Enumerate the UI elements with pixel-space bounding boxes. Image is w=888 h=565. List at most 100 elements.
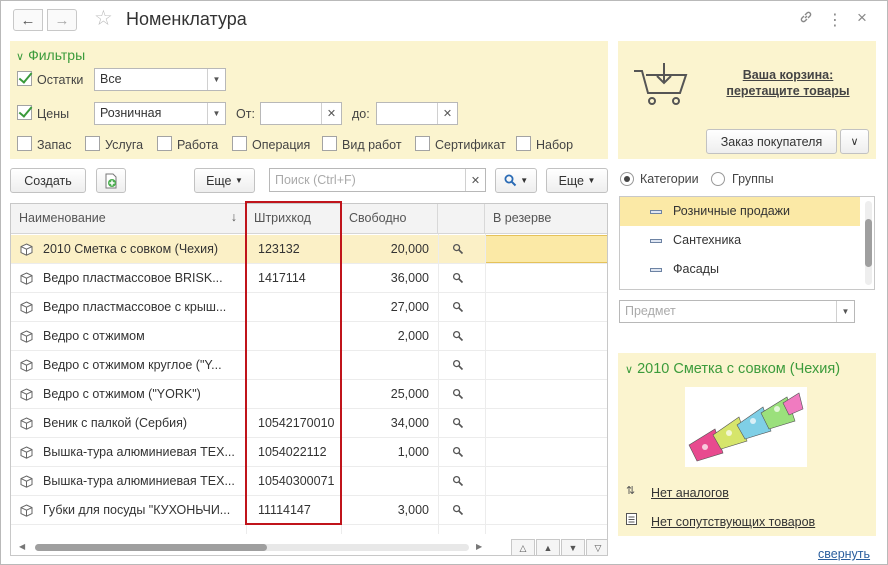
add-document-icon [105, 173, 117, 188]
lookup-icon[interactable] [452, 417, 464, 429]
category-icon [650, 210, 662, 214]
clear-search-icon[interactable]: ✕ [465, 169, 485, 191]
favorite-star-icon[interactable]: ☆ [94, 6, 113, 31]
first-page-button[interactable]: △ [511, 539, 535, 555]
related-goods-link[interactable]: Нет сопутствующих товаров [651, 515, 815, 529]
search-input[interactable]: Поиск (Ctrl+F) ✕ [269, 168, 486, 192]
lookup-icon[interactable] [452, 359, 464, 371]
analogs-link[interactable]: Нет аналогов [651, 486, 729, 500]
lookup-icon[interactable] [452, 330, 464, 342]
cell-reserved[interactable] [485, 264, 607, 293]
more-vertical-icon[interactable]: ⋮ [827, 10, 843, 30]
cell-reserved[interactable] [485, 496, 607, 525]
column-header-name[interactable]: Наименование ↓ [11, 204, 246, 234]
column-header-lookup[interactable] [438, 204, 485, 234]
chevron-down-icon: ∨ [850, 136, 859, 148]
category-item[interactable]: Розничные продажи [620, 197, 860, 226]
cell-free [341, 351, 435, 380]
type-checkbox-zapas[interactable] [17, 136, 32, 151]
type-checkbox-rabota[interactable] [157, 136, 172, 151]
date-from-input[interactable]: ✕ [260, 102, 342, 125]
product-box-icon [20, 359, 33, 372]
dropdown-arrow-icon: ▼ [520, 176, 529, 185]
cell-name: Вышка-тура алюминиевая ТЕХ... [43, 445, 235, 459]
clear-icon[interactable]: ✕ [437, 103, 457, 124]
lookup-icon[interactable] [452, 272, 464, 284]
tseny-checkbox[interactable] [17, 105, 32, 120]
cart-icon [634, 63, 688, 105]
cell-name: Ведро с отжимом [43, 329, 145, 343]
more-button-2[interactable]: Еще ▼ [546, 168, 608, 193]
cell-reserved[interactable] [485, 293, 607, 322]
ostatki-select[interactable]: Все ▼ [94, 68, 226, 91]
product-box-icon [20, 272, 33, 285]
lookup-icon[interactable] [452, 388, 464, 400]
scroll-thumb[interactable] [865, 219, 872, 267]
cell-reserved[interactable] [485, 380, 607, 409]
category-label: Сантехника [673, 233, 742, 247]
vertical-scrollbar[interactable] [865, 201, 872, 285]
customer-order-dropdown[interactable]: ∨ [840, 129, 869, 154]
type-checkbox-sertifikat[interactable] [415, 136, 430, 151]
ostatki-checkbox[interactable] [17, 71, 32, 86]
tseny-value: Розничная [100, 106, 162, 120]
more-button-1[interactable]: Еще ▼ [194, 168, 255, 193]
category-list[interactable]: Розничные продажи Сантехника Фасады [619, 196, 875, 290]
dropdown-arrow-icon: ▼ [207, 103, 225, 124]
category-item[interactable]: Сантехника [620, 226, 860, 255]
product-box-icon [20, 446, 33, 459]
lookup-icon[interactable] [452, 446, 464, 458]
scroll-right-icon[interactable]: ▶ [476, 542, 482, 551]
type-checkbox-operatsiya[interactable] [232, 136, 247, 151]
column-header-reserved[interactable]: В резерве [485, 204, 607, 234]
type-label-zapas: Запас [37, 138, 72, 152]
radio-categories[interactable] [620, 172, 634, 186]
radio-categories-label: Категории [640, 172, 699, 186]
tseny-label: Цены [37, 107, 70, 121]
last-page-button[interactable]: ▽ [586, 539, 607, 555]
cell-free [341, 467, 435, 496]
next-page-button[interactable]: ▼ [561, 539, 585, 555]
lookup-icon[interactable] [452, 243, 464, 255]
type-checkbox-nabor[interactable] [516, 136, 531, 151]
cell-reserved[interactable] [485, 351, 607, 380]
back-button[interactable]: ← [13, 9, 43, 31]
search-options-button[interactable]: ▼ [495, 168, 537, 193]
type-checkbox-vid-rabot[interactable] [322, 136, 337, 151]
column-header-free[interactable]: Свободно [341, 204, 438, 234]
prev-page-button[interactable]: ▲ [536, 539, 560, 555]
cell-reserved[interactable] [485, 438, 607, 467]
cart-hint[interactable]: Ваша корзина: перетащите товары [713, 67, 863, 99]
lookup-icon[interactable] [452, 504, 464, 516]
collapse-link[interactable]: свернуть [818, 547, 870, 561]
radio-groups[interactable] [711, 172, 725, 186]
type-checkbox-usluga[interactable] [85, 136, 100, 151]
clear-icon[interactable]: ✕ [321, 103, 341, 124]
customer-order-button[interactable]: Заказ покупателя [706, 129, 837, 154]
forward-button[interactable]: → [47, 9, 77, 31]
item-detail-title[interactable]: ∨ 2010 Сметка с совком (Чехия) [625, 361, 840, 377]
lookup-icon[interactable] [452, 301, 464, 313]
category-item[interactable]: Фасады [620, 255, 860, 284]
filters-header[interactable]: ∨ Фильтры [16, 47, 85, 63]
subject-select[interactable]: Предмет ▼ [619, 300, 855, 323]
page-title: Номенклатура [126, 9, 247, 29]
date-to-input[interactable]: ✕ [376, 102, 458, 125]
lookup-icon[interactable] [452, 475, 464, 487]
horizontal-scrollbar[interactable] [35, 544, 469, 551]
scroll-left-icon[interactable]: ◀ [19, 542, 25, 551]
create-button[interactable]: Создать [10, 168, 86, 193]
cart-panel[interactable]: Ваша корзина: перетащите товары Заказ по… [618, 41, 876, 159]
cell-reserved[interactable] [485, 409, 607, 438]
tseny-select[interactable]: Розничная ▼ [94, 102, 226, 125]
cell-reserved[interactable] [485, 322, 607, 351]
link-icon[interactable] [799, 10, 813, 28]
close-icon[interactable]: × [857, 8, 867, 28]
scroll-thumb[interactable] [35, 544, 267, 551]
product-box-icon [20, 243, 33, 256]
product-box-icon [20, 417, 33, 430]
add-copy-button[interactable] [96, 168, 126, 193]
cell-reserved-selected[interactable] [485, 235, 607, 263]
search-icon [504, 174, 517, 187]
cell-reserved[interactable] [485, 467, 607, 496]
